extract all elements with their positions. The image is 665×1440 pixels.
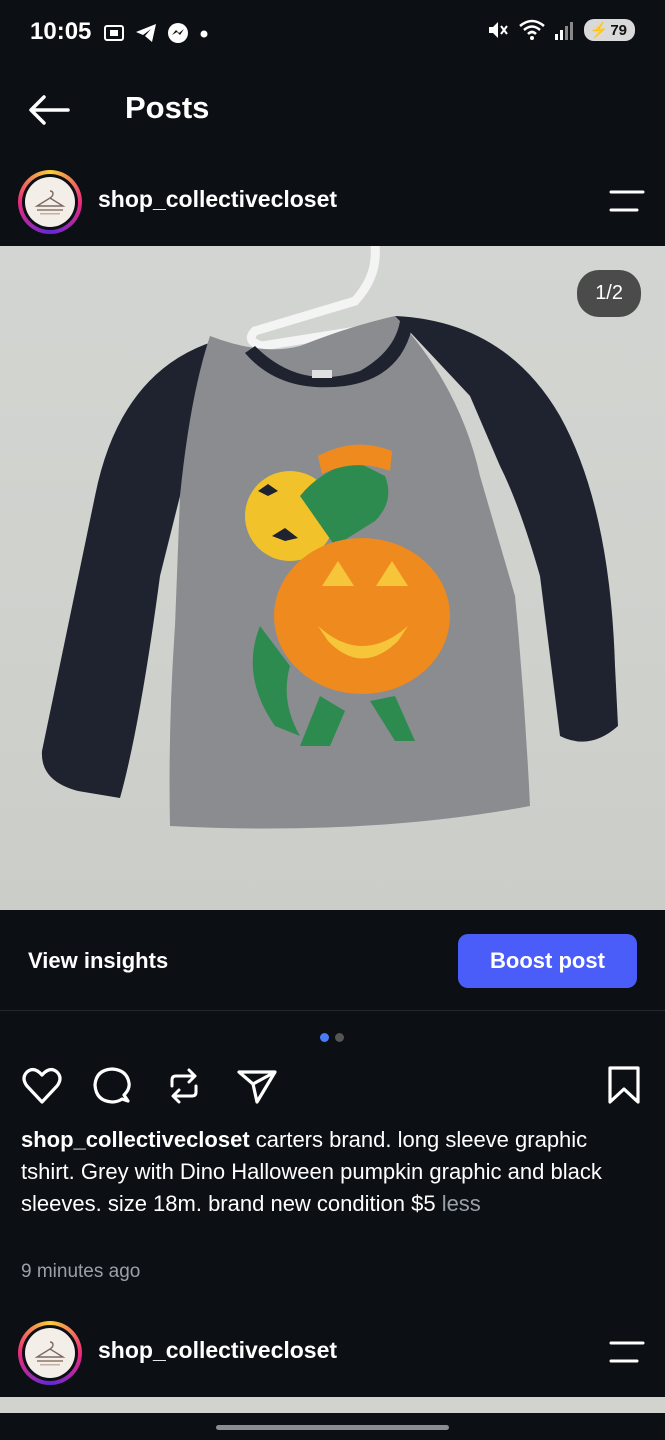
post-options-button[interactable] [609, 1339, 645, 1365]
post-timestamp: 9 minutes ago [21, 1261, 141, 1282]
dot-icon [200, 30, 208, 38]
like-button[interactable] [20, 1064, 64, 1108]
post-username[interactable]: shop_collectivecloset [98, 1337, 337, 1364]
view-insights-link[interactable]: View insights [28, 948, 168, 974]
insights-row: View insights Boost post [0, 914, 665, 1011]
hanger-logo-icon [34, 1341, 66, 1366]
screenshot-icon [104, 25, 124, 41]
notification-icons [102, 21, 210, 45]
post-header: shop_collectivecloset [0, 162, 665, 240]
battery-level: 79 [610, 21, 627, 39]
home-gesture-handle[interactable] [216, 1425, 449, 1430]
product-image [41, 246, 618, 829]
top-bar: Posts [0, 70, 665, 150]
options-icon [609, 1341, 645, 1363]
post-caption: shop_collectivecloset carters brand. lon… [21, 1124, 641, 1220]
options-icon [609, 190, 645, 212]
back-button[interactable] [26, 92, 72, 128]
avatar[interactable] [18, 170, 82, 234]
next-post-header: shop_collectivecloset [0, 1313, 665, 1391]
caption-username[interactable]: shop_collectivecloset [21, 1127, 250, 1152]
mute-icon [488, 22, 508, 38]
boost-post-button[interactable]: Boost post [458, 934, 637, 988]
send-icon [237, 1070, 277, 1104]
telegram-icon [136, 24, 156, 42]
post-username[interactable]: shop_collectivecloset [98, 186, 337, 213]
repost-button[interactable] [162, 1064, 206, 1108]
caption-less-link[interactable]: less [442, 1191, 481, 1216]
comment-icon [93, 1067, 131, 1104]
carousel-dots [320, 1033, 344, 1042]
wifi-icon [518, 19, 545, 40]
post-options-button[interactable] [609, 188, 645, 214]
share-button[interactable] [235, 1064, 279, 1108]
messenger-icon [168, 23, 188, 43]
carousel-dot [335, 1033, 344, 1042]
bolt-icon: ⚡ [589, 22, 609, 39]
system-icons: ⚡ 79 [486, 18, 635, 42]
repost-icon [170, 1068, 198, 1104]
battery-indicator: ⚡ 79 [583, 19, 635, 41]
photo-counter-badge: 1/2 [577, 270, 641, 317]
signal-icon [554, 22, 573, 40]
status-bar: 10:05 ⚡ 79 [0, 0, 665, 66]
avatar[interactable] [18, 1321, 82, 1385]
save-button[interactable] [602, 1064, 646, 1108]
comment-button[interactable] [90, 1064, 134, 1108]
heart-icon [22, 1068, 62, 1104]
post-photo[interactable]: 1/2 [0, 246, 665, 910]
bookmark-icon [608, 1066, 640, 1104]
page-title: Posts [125, 90, 210, 125]
post-actions [0, 1064, 665, 1110]
hanger-logo-icon [34, 190, 66, 215]
back-arrow-icon [29, 95, 70, 125]
status-time: 10:05 [30, 18, 92, 45]
carousel-dot-active [320, 1033, 329, 1042]
